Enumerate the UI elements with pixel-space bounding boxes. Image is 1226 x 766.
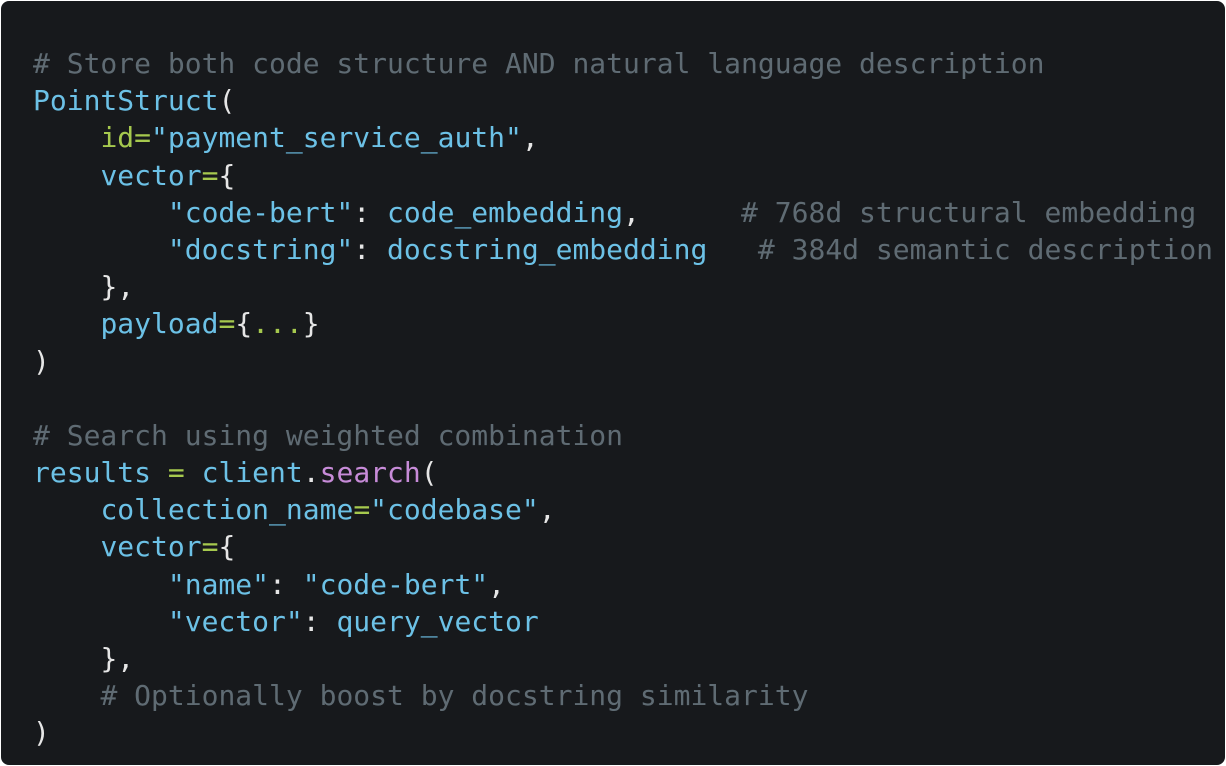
code-token-identifier: code_embedding: [387, 195, 624, 229]
code-line: # Store both code structure AND natural …: [33, 45, 1225, 82]
code-token-punctuation: ): [33, 716, 50, 750]
code-block: # Store both code structure AND natural …: [1, 1, 1225, 765]
code-token-string-literal: "docstring": [167, 232, 354, 266]
code-token-whitespace: [33, 307, 100, 340]
code-line: ): [33, 714, 1225, 751]
code-token-whitespace: [33, 530, 100, 563]
code-token-punctuation: {: [235, 307, 253, 341]
code-line: },: [33, 640, 1225, 677]
code-token-punctuation: },: [100, 642, 135, 675]
code-line: "name": "code-bert",: [33, 566, 1225, 603]
code-line: # Optionally boost by docstring similari…: [33, 677, 1225, 714]
code-token-comment: # Search using weighted combination: [33, 418, 624, 452]
code-line: collection_name="codebase",: [33, 491, 1225, 528]
code-token-comment: # 384d semantic description: [757, 232, 1214, 266]
code-token-identifier: docstring_embedding: [387, 232, 708, 266]
code-token-string-literal: "name": [167, 567, 270, 601]
code-token-whitespace: [33, 121, 100, 154]
code-token-string-literal: "vector": [167, 604, 303, 638]
code-line: PointStruct(: [33, 82, 1225, 119]
code-lines: # Store both code structure AND natural …: [33, 45, 1225, 752]
code-token-whitespace: [33, 233, 168, 266]
code-line: "vector": query_vector: [33, 603, 1225, 640]
code-token-keyword-argument: vector: [100, 530, 202, 564]
code-token-punctuation: }: [302, 307, 320, 341]
code-token-whitespace: [33, 159, 100, 192]
code-token-string-literal: "payment_service_auth": [151, 121, 522, 155]
code-token-punctuation: },: [100, 270, 135, 304]
code-token-identifier: PointStruct: [33, 84, 219, 118]
code-line: id="payment_service_auth",: [33, 119, 1225, 156]
code-token-punctuation: :: [269, 567, 303, 601]
code-token-punctuation: ): [33, 344, 50, 378]
code-line: "code-bert": code_embedding, # 768d stru…: [33, 194, 1225, 231]
code-token-punctuation: ,: [623, 195, 742, 229]
code-token-operator: =: [353, 493, 371, 527]
code-token-operator: ...: [252, 307, 303, 341]
code-token-punctuation: {: [218, 530, 236, 564]
code-line: ): [33, 343, 1225, 380]
code-token-whitespace: [33, 568, 168, 601]
code-token-operator: =: [201, 158, 219, 192]
code-token-whitespace: [33, 493, 100, 526]
code-token-punctuation: (: [420, 456, 438, 490]
code-token-punctuation: ,: [488, 567, 506, 601]
code-token-string-literal: "code-bert": [302, 567, 489, 601]
code-token-comment: # Store both code structure AND natural …: [33, 47, 1045, 80]
code-token-identifier: results: [33, 456, 152, 490]
code-line: # Search using weighted combination: [33, 417, 1225, 454]
code-token-punctuation: :: [353, 232, 388, 266]
code-token-operator: =: [218, 307, 236, 341]
code-line: payload={...}: [33, 305, 1225, 342]
code-line: },: [33, 268, 1225, 305]
code-token-keyword-argument: collection_name: [100, 493, 354, 527]
code-line: vector={: [33, 528, 1225, 565]
code-token-whitespace: [33, 196, 168, 229]
code-token-string-literal: "codebase": [370, 493, 539, 527]
code-token-identifier: query_vector: [336, 604, 539, 638]
code-token-comment: # 768d structural embedding: [741, 195, 1197, 229]
code-token-punctuation: (: [218, 84, 236, 118]
code-token-whitespace: [707, 233, 758, 266]
code-token-punctuation: {: [218, 158, 236, 192]
code-line: "docstring": docstring_embedding # 384d …: [33, 231, 1225, 268]
code-token-identifier: client: [201, 456, 303, 490]
code-token-whitespace: [33, 679, 100, 712]
code-token-operator: =: [134, 121, 152, 155]
code-token-method-name: search: [319, 456, 421, 490]
code-token-operator: =: [201, 530, 219, 564]
code-token-punctuation: ,: [538, 493, 556, 527]
code-token-operator: =: [151, 456, 202, 490]
code-token-keyword-argument: vector: [100, 158, 202, 192]
code-token-punctuation: .: [302, 456, 320, 490]
code-token-punctuation: :: [302, 604, 337, 638]
code-token-comment: # Optionally boost by docstring similari…: [100, 679, 809, 713]
code-token-keyword-argument: payload: [100, 307, 219, 341]
code-token-string-literal: "code-bert": [167, 195, 354, 229]
code-line: results = client.search(: [33, 454, 1225, 491]
code-line: vector={: [33, 157, 1225, 194]
code-token-whitespace: [33, 642, 100, 675]
code-token-whitespace: [33, 605, 168, 638]
code-token-punctuation: :: [353, 195, 388, 229]
code-token-punctuation: ,: [521, 121, 539, 155]
code-token-parameter-name: id: [100, 121, 135, 155]
code-token-whitespace: [33, 270, 100, 303]
